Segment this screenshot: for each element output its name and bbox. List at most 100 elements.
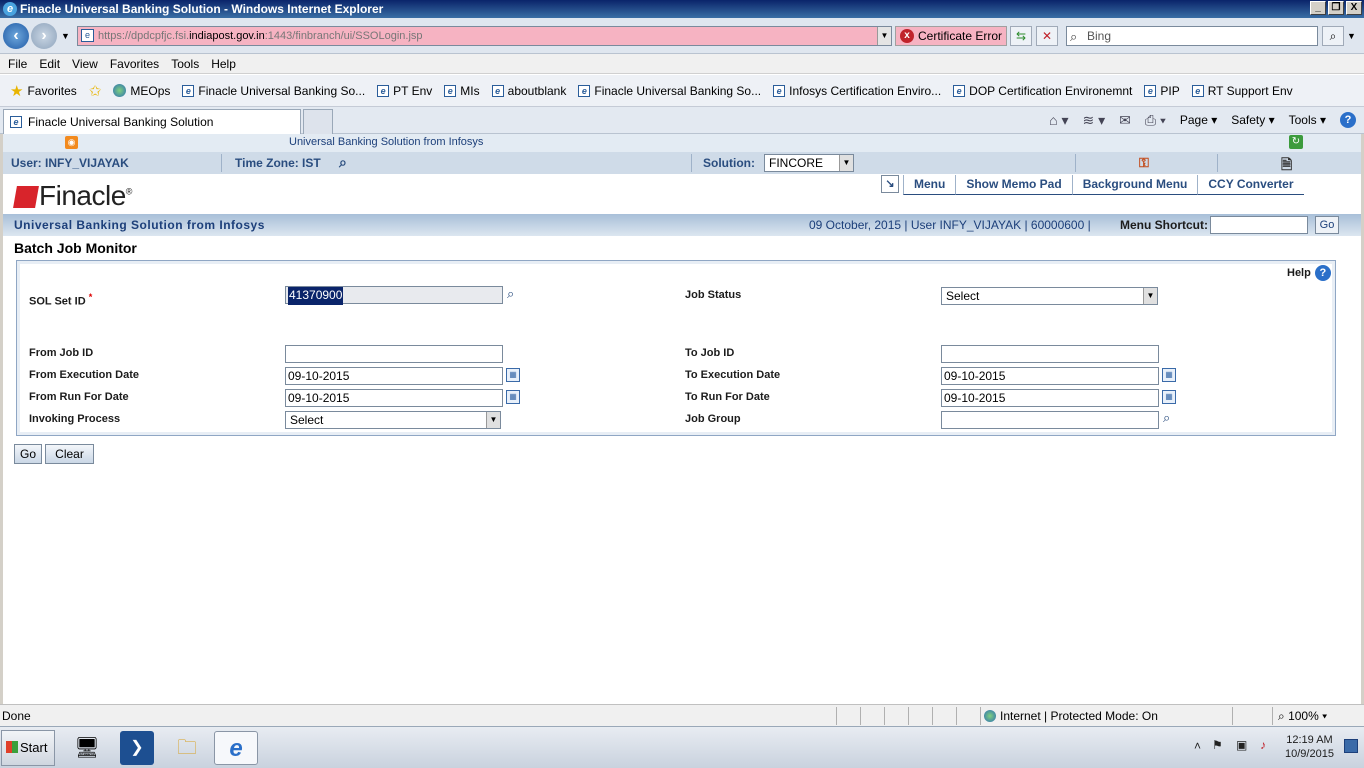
finacle-page: ◉ Universal Banking Solution from Infosy… xyxy=(0,134,1364,704)
calendar-icon[interactable]: ▦ xyxy=(506,390,520,404)
fav-label: MEOps xyxy=(130,83,171,98)
add-favorite-button[interactable]: ✩ xyxy=(83,82,108,100)
new-tab-button[interactable] xyxy=(303,109,333,134)
job-group-input[interactable] xyxy=(941,411,1159,429)
from-job-id-input[interactable] xyxy=(285,345,503,363)
security-zone-label: Internet | Protected Mode: On xyxy=(1000,709,1158,723)
fav-link-mis[interactable]: e MIs xyxy=(438,84,485,98)
page-menu[interactable]: Page ▾ xyxy=(1180,111,1217,129)
to-job-id-label: To Job ID xyxy=(685,347,735,359)
ie-page-icon: e xyxy=(773,84,786,97)
sol-set-search-icon[interactable]: ⌕ xyxy=(507,286,514,302)
sol-set-id-input[interactable]: 41370900 xyxy=(285,286,503,305)
fav-link-pip[interactable]: e PIP xyxy=(1138,84,1185,98)
help-icon[interactable]: ? xyxy=(1340,112,1356,128)
batch-job-form: Help ? SOL Set ID * 41370900 ⌕ Job Statu… xyxy=(16,260,1336,436)
show-hidden-icons-icon[interactable]: ˄ xyxy=(1194,739,1201,753)
search-go-button[interactable]: ⌕ xyxy=(1322,26,1344,46)
background-menu-link[interactable]: Background Menu xyxy=(1071,175,1198,195)
tools-menu[interactable]: Tools ▾ xyxy=(1289,111,1326,129)
search-input[interactable]: ⌕ Bing xyxy=(1066,26,1318,46)
start-label: Start xyxy=(20,740,48,755)
address-dropdown-icon[interactable]: ▼ xyxy=(877,27,891,45)
menu-edit[interactable]: Edit xyxy=(33,54,66,73)
menu-help[interactable]: Help xyxy=(205,54,242,73)
mail-icon[interactable]: ✉ xyxy=(1119,111,1131,129)
calendar-icon[interactable]: ▦ xyxy=(1162,368,1176,382)
url-domain: indiapost.gov.in xyxy=(189,30,265,42)
go-button[interactable]: Go xyxy=(14,444,42,464)
to-execution-date-input[interactable]: 09-10-2015 xyxy=(941,367,1159,385)
to-job-id-input[interactable] xyxy=(941,345,1159,363)
server-manager-icon[interactable]: 🖥 xyxy=(70,731,104,765)
network-icon[interactable]: ▣ xyxy=(1236,738,1247,752)
refresh-button[interactable]: ⇆ xyxy=(1010,26,1032,46)
solution-dropdown[interactable]: FINCORE ▼ xyxy=(764,154,854,172)
start-button[interactable]: Start xyxy=(1,730,55,766)
stop-button[interactable]: ✕ xyxy=(1036,26,1058,46)
fav-link-pt-env[interactable]: e PT Env xyxy=(371,84,438,98)
fav-link-dop-cert[interactable]: e DOP Certification Environemnt xyxy=(947,84,1138,98)
volume-muted-icon[interactable]: ♪ xyxy=(1260,738,1266,752)
from-execution-date-input[interactable]: 09-10-2015 xyxy=(285,367,503,385)
internet-explorer-taskbar-icon[interactable]: e xyxy=(214,731,258,765)
menu-shortcut-input[interactable] xyxy=(1210,216,1308,234)
to-run-for-date-input[interactable]: 09-10-2015 xyxy=(941,389,1159,407)
calendar-icon[interactable]: ▦ xyxy=(506,368,520,382)
help-link[interactable]: Help ? xyxy=(1287,265,1331,281)
rss-icon[interactable]: ◉ xyxy=(65,136,78,149)
home-icon[interactable]: ⌂ ▾ xyxy=(1049,111,1068,129)
minimize-button[interactable]: _ xyxy=(1310,1,1326,15)
address-bar[interactable]: e https://dpdcpfjc.fsi.indiapost.gov.in:… xyxy=(77,26,892,46)
favorites-button[interactable]: ★ Favorites xyxy=(4,82,83,100)
menu-file[interactable]: File xyxy=(2,54,33,73)
safety-menu[interactable]: Safety ▾ xyxy=(1231,111,1274,129)
invoking-process-dropdown[interactable]: Select ▼ xyxy=(285,411,501,429)
fav-link-rt-support[interactable]: e RT Support Env xyxy=(1186,84,1299,98)
fav-link-finacle-1[interactable]: e Finacle Universal Banking So... xyxy=(176,84,371,98)
explorer-folder-icon[interactable]: 🗀 xyxy=(170,731,204,765)
print-icon[interactable]: ⎙ ▾ xyxy=(1145,111,1166,129)
search-options-dropdown[interactable]: ▼ xyxy=(1347,31,1356,41)
menu-shortcut-go-button[interactable]: Go xyxy=(1315,216,1339,234)
close-window-button[interactable]: X xyxy=(1346,1,1362,15)
calendar-icon[interactable]: ▦ xyxy=(1162,390,1176,404)
forward-button[interactable]: › xyxy=(31,23,57,49)
fav-label: DOP Certification Environemnt xyxy=(969,83,1133,98)
user-label: User: INFY_VIJAYAK xyxy=(11,156,129,170)
feeds-icon[interactable]: ≋ ▾ xyxy=(1082,111,1105,129)
job-status-dropdown[interactable]: Select ▼ xyxy=(941,287,1158,305)
menu-link[interactable]: Menu xyxy=(903,175,956,195)
zoom-control[interactable]: ⌕ 100% ▾ xyxy=(1278,709,1327,724)
from-run-for-date-input[interactable]: 09-10-2015 xyxy=(285,389,503,407)
show-memo-pad-link[interactable]: Show Memo Pad xyxy=(955,175,1072,195)
recent-pages-dropdown[interactable]: ▼ xyxy=(61,31,70,41)
back-button[interactable]: ‹ xyxy=(3,23,29,49)
refresh-icon[interactable]: ↻ xyxy=(1289,135,1303,149)
show-desktop-button[interactable] xyxy=(1344,739,1358,753)
tab-finacle[interactable]: e Finacle Universal Banking Solution xyxy=(3,109,301,134)
safety-menu-label: Safety xyxy=(1231,113,1266,127)
timezone-search-icon[interactable]: ⌕ xyxy=(339,154,347,171)
powershell-icon[interactable]: ❯ xyxy=(120,731,154,765)
ccy-converter-link[interactable]: CCY Converter xyxy=(1197,175,1304,195)
chevron-down-icon: ▼ xyxy=(1143,288,1157,304)
fav-link-meops[interactable]: MEOps xyxy=(107,84,176,98)
fav-link-infosys-cert[interactable]: e Infosys Certification Enviro... xyxy=(767,84,947,98)
fav-link-finacle-2[interactable]: e Finacle Universal Banking So... xyxy=(572,84,767,98)
menu-view[interactable]: View xyxy=(66,54,104,73)
menu-favorites[interactable]: Favorites xyxy=(104,54,165,73)
menu-tools[interactable]: Tools xyxy=(165,54,205,73)
clear-button[interactable]: Clear xyxy=(45,444,94,464)
action-center-flag-icon[interactable]: ⚑ xyxy=(1212,738,1223,752)
certificate-error-button[interactable]: x Certificate Error xyxy=(895,26,1007,46)
expand-arrow-icon[interactable]: ↘ xyxy=(881,175,899,193)
security-zone[interactable]: Internet | Protected Mode: On xyxy=(984,709,1158,723)
clock[interactable]: 12:19 AM 10/9/2015 xyxy=(1285,733,1334,761)
fav-link-aboutblank[interactable]: e aboutblank xyxy=(486,84,573,98)
ie-page-icon: e xyxy=(953,84,966,97)
key-icon[interactable]: ⚿ xyxy=(1139,155,1149,171)
restore-button[interactable]: ❐ xyxy=(1328,1,1344,15)
address-toolbar: ‹ › ▼ e https://dpdcpfjc.fsi.indiapost.g… xyxy=(0,18,1364,54)
job-group-search-icon[interactable]: ⌕ xyxy=(1163,410,1170,426)
